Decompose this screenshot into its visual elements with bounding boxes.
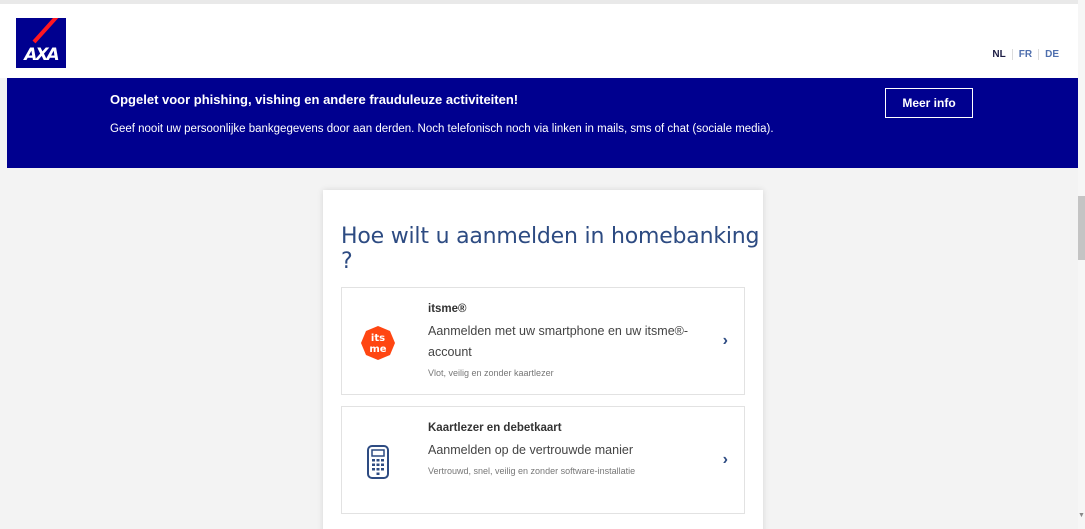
language-switcher: NL FR DE [986, 49, 1085, 60]
axa-logo[interactable]: AXA [16, 18, 66, 68]
lang-fr[interactable]: FR [1013, 49, 1040, 60]
top-bar: AXA NL FR DE [0, 0, 1085, 78]
card-reader-option-subtext: Vertrouwd, snel, veilig en zonder softwa… [428, 466, 636, 476]
itsme-icon: its me [361, 326, 395, 360]
login-card: Hoe wilt u aanmelden in homebanking ? it… [323, 190, 763, 529]
banner-title: Opgelet voor phishing, vishing en andere… [110, 92, 519, 107]
itsme-icon-text-top: its [371, 333, 385, 344]
login-title: Hoe wilt u aanmelden in homebanking ? [341, 224, 760, 274]
logo-text: AXA [24, 45, 59, 65]
itsme-option-body: itsme® Aanmelden met uw smartphone en uw… [428, 303, 708, 378]
chevron-right-icon: › [722, 451, 728, 468]
scroll-down-arrow-icon[interactable]: ▼ [1078, 512, 1085, 519]
itsme-option-description: Aanmelden met uw smartphone en uw itsme®… [428, 324, 689, 359]
itsme-option-subtext: Vlot, veilig en zonder kaartlezer [428, 368, 554, 378]
page: AXA NL FR DE Opgelet voor phishing, vish… [0, 0, 1085, 529]
card-reader-option-name: Kaartlezer en debetkaart [428, 422, 562, 434]
lang-nl[interactable]: NL [986, 49, 1013, 60]
banner-text: Geef nooit uw persoonlijke bankgegevens … [110, 123, 774, 135]
logo-slash [32, 18, 66, 44]
scrollbar[interactable]: ▼ [1078, 0, 1085, 529]
card-reader-option-body: Kaartlezer en debetkaart Aanmelden op de… [428, 422, 708, 476]
login-option-card-reader[interactable]: Kaartlezer en debetkaart Aanmelden op de… [341, 406, 745, 514]
itsme-option-name: itsme® [428, 303, 467, 315]
scrollbar-thumb[interactable] [1078, 196, 1085, 260]
meer-info-button[interactable]: Meer info [885, 88, 973, 118]
card-reader-option-description: Aanmelden op de vertrouwde manier [428, 443, 633, 457]
login-option-itsme[interactable]: its me itsme® Aanmelden met uw smartphon… [341, 287, 745, 395]
phishing-warning-banner: Opgelet voor phishing, vishing en andere… [7, 78, 1078, 168]
chevron-right-icon: › [722, 332, 728, 349]
itsme-icon-text-bottom: me [369, 344, 386, 355]
card-reader-icon [367, 445, 389, 479]
